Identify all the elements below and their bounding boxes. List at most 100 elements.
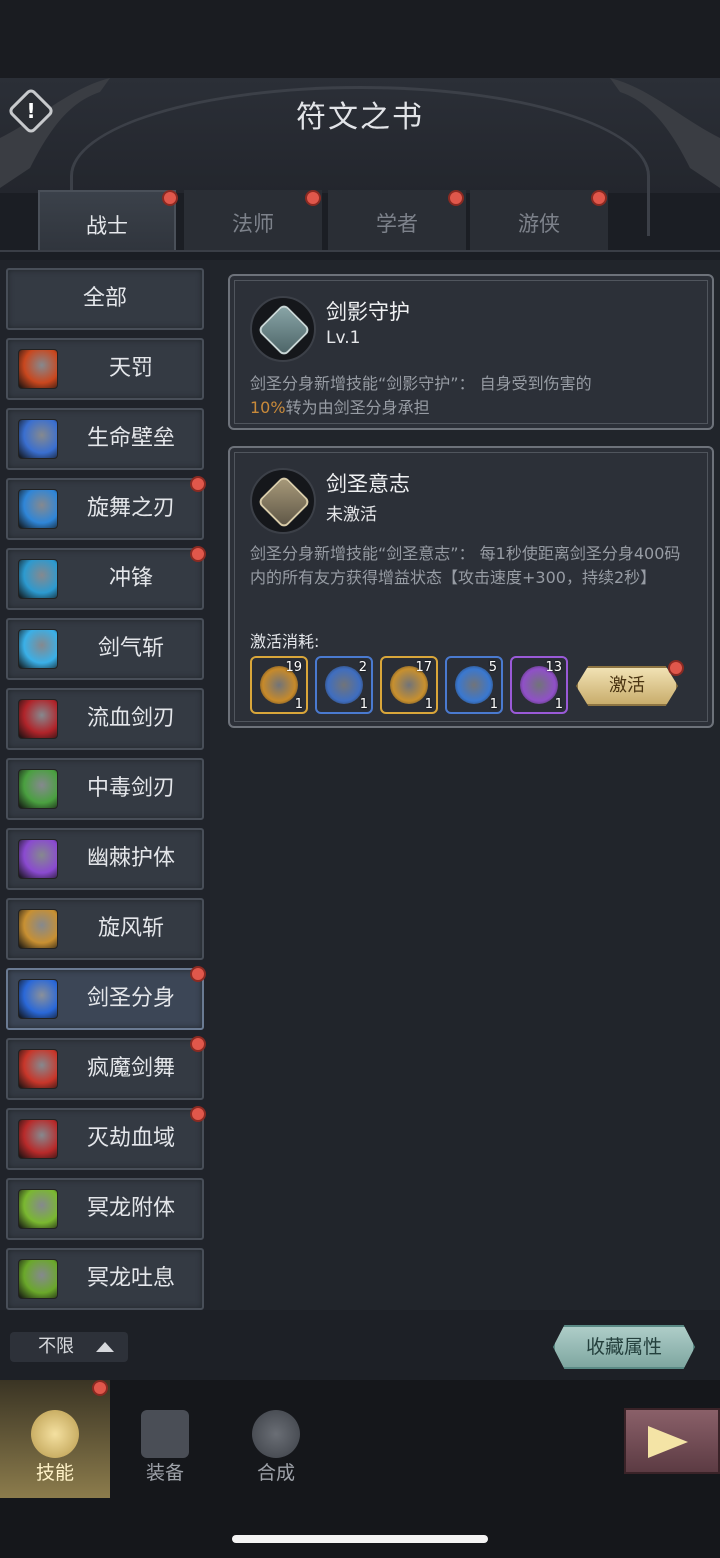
tab-mage[interactable]: 法师 [184,190,322,250]
nav-equipment[interactable]: 装备 [110,1380,220,1498]
favorite-attributes-button[interactable]: 收藏属性 [553,1325,695,1369]
sidebar-badge [190,476,206,492]
sidebar-item-label: 中毒剑刃 [86,776,175,801]
material-required-count: 1 [554,697,563,712]
sidebar-item-label: 幽棘护体 [86,846,175,871]
sword-shadow-rune-icon [250,296,316,362]
rune-panel: 剑影守护 Lv.1 剑圣分身新增技能“剑影守护”： 自身受到伤害的 10%转为由剑… [210,260,720,1310]
rune-card[interactable]: 剑圣意志 未激活 剑圣分身新增技能“剑圣意志”： 每1秒使距离剑圣分身400码内… [228,446,714,728]
material-required-count: 1 [489,697,498,712]
sidebar-item[interactable]: 幽棘护体 [6,828,204,890]
sidebar-item[interactable]: 旋风斩 [6,898,204,960]
material-owned-count: 5 [488,660,497,675]
blood-domain-icon [18,1119,58,1159]
material-owned-count: 13 [545,660,562,675]
sidebar-item-label: 冥龙附体 [86,1196,175,1221]
filter-dropdown[interactable]: 不限 [10,1332,128,1362]
sidebar-item-label: 冥龙吐息 [86,1266,175,1291]
heavenly-punishment-icon [18,349,58,389]
sidebar-item[interactable]: 流血剑刃 [6,688,204,750]
sword-qi-slash-icon [18,629,58,669]
sidebar-badge [190,546,206,562]
whirlwind-slash-icon [18,909,58,949]
sidebar-item[interactable]: 冥龙吐息 [6,1248,204,1310]
cost-label: 激活消耗: [250,632,320,651]
material-slot[interactable]: 19 1 [250,656,308,714]
tab-badge [591,190,607,206]
sidebar-item[interactable]: 剑气斩 [6,618,204,680]
bottom-nav: 技能 装备 合成 [0,1380,720,1558]
rune-name: 剑影守护 [326,300,410,324]
sidebar-item-label: 流血剑刃 [86,706,175,731]
bleeding-blade-icon [18,699,58,739]
chevron-up-icon [96,1342,114,1352]
sidebar-item-label: 天罚 [108,356,153,381]
blue-wave-stone-icon [325,666,363,704]
forge-icon [252,1410,300,1458]
sidebar-item-label: 生命壁垒 [86,426,175,451]
filter-label: 不限 [38,1336,74,1357]
nav-synthesis[interactable]: 合成 [221,1380,331,1498]
sidebar-item-label: 全部 [82,286,127,311]
tab-warrior[interactable]: 战士 [38,190,176,250]
material-slot[interactable]: 21 [315,656,373,714]
sidebar-item-all[interactable]: 全部 [6,268,204,330]
material-slot[interactable]: 13 1 [510,656,568,714]
material-owned-count: 19 [285,660,302,675]
rune-description: 剑圣分身新增技能“剑圣意志”： 每1秒使距离剑圣分身400码内的所有友方获得增益… [250,544,681,587]
nav-badge [92,1380,108,1396]
rune-name: 剑圣意志 [326,472,410,496]
frenzy-sword-dance-icon [18,1049,58,1089]
page-title: 符文之书 [296,100,424,135]
tab-badge [162,190,178,206]
status-bar-area [0,0,720,78]
material-slot[interactable]: 17 1 [380,656,438,714]
sidebar-item-label: 剑气斩 [97,636,164,661]
sidebar-item[interactable]: 天罚 [6,338,204,400]
poison-blade-icon [18,769,58,809]
sidebar-badge [190,1106,206,1122]
shadow-thorn-icon [18,839,58,879]
sidebar-item[interactable]: 冲锋 [6,546,206,610]
sidebar-item-label: 剑圣分身 [86,986,175,1011]
material-required-count: 1 [359,697,368,712]
blue-figure-stone-icon [455,666,493,704]
sidebar-item[interactable]: 中毒剑刃 [6,758,204,820]
charge-icon [18,559,58,599]
sidebar-item-label: 旋舞之刃 [86,496,175,521]
sidebar-item[interactable]: 旋舞之刃 [6,476,206,540]
material-required-count: 1 [424,697,433,712]
tab-scholar[interactable]: 学者 [328,190,466,250]
life-barrier-icon [18,419,58,459]
material-owned-count: 2 [358,660,367,675]
sidebar-item[interactable]: 剑圣分身 [6,966,206,1030]
activate-badge [668,660,684,676]
rune-card[interactable]: 剑影守护 Lv.1 剑圣分身新增技能“剑影守护”： 自身受到伤害的 10%转为由剑… [228,274,714,430]
sidebar-item[interactable]: 冥龙附体 [6,1178,204,1240]
blademaster-will-rune-icon [250,468,316,534]
sidebar-item-label: 疯魔剑舞 [86,1056,175,1081]
sidebar-badge [190,1036,206,1052]
sidebar-item[interactable]: 灭劫血域 [6,1106,206,1170]
next-arrow-button[interactable] [624,1408,720,1474]
sidebar-item-label: 冲锋 [108,566,153,591]
home-indicator [232,1535,488,1543]
rune-level: Lv.1 [326,328,361,348]
sword-icon [31,1410,79,1458]
nav-skills[interactable]: 技能 [0,1380,110,1498]
dragon-breath-icon [18,1259,58,1299]
material-owned-count: 17 [415,660,432,675]
blademaster-clone-icon [18,979,58,1019]
activate-button[interactable]: 激活 [576,666,678,706]
scroll-icon [141,1410,189,1458]
whirling-blade-icon [18,489,58,529]
rune-status: 未激活 [326,505,377,525]
sidebar-item[interactable]: 疯魔剑舞 [6,1036,206,1100]
material-required-count: 1 [294,697,303,712]
tab-ranger[interactable]: 游侠 [470,190,608,250]
sidebar-badge [190,966,206,982]
tab-badge [448,190,464,206]
sidebar-item[interactable]: 生命壁垒 [6,408,204,470]
material-slot[interactable]: 51 [445,656,503,714]
sidebar-item-label: 灭劫血域 [86,1126,175,1151]
